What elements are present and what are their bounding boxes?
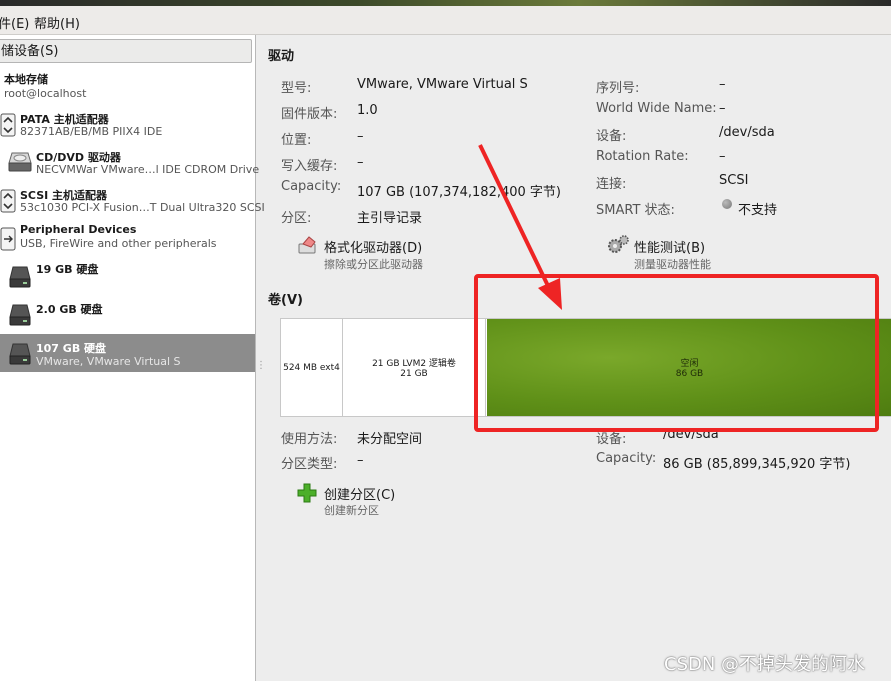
volume-segment-size: 21 GB bbox=[400, 369, 428, 379]
create-partition-label: 创建分区(C) bbox=[324, 488, 396, 503]
drive-section-title: 驱动 bbox=[268, 49, 295, 64]
drive-partitioning-label: 分区: bbox=[281, 211, 312, 226]
controller-icon bbox=[0, 189, 16, 213]
sidebar-item-subtitle: USB, FireWire and other peripherals bbox=[20, 237, 217, 250]
drive-device-value: /dev/sda bbox=[719, 125, 775, 140]
drive-rotation-value: – bbox=[719, 149, 726, 164]
optical-drive-icon bbox=[8, 152, 32, 172]
drive-model-value: VMware, VMware Virtual S bbox=[357, 77, 528, 92]
drive-model-label: 型号: bbox=[281, 81, 312, 96]
sidebar-item-title: 19 GB 硬盘 bbox=[36, 263, 99, 276]
volume-usage-value: 未分配空间 bbox=[357, 432, 423, 447]
watermark-text: CSDN @不掉头发的阿水 bbox=[664, 654, 866, 675]
sidebar-item-disk-107gb[interactable]: 107 GB 硬盘 VMware, VMware Virtual S bbox=[0, 334, 255, 372]
sidebar-item-subtitle: root@localhost bbox=[4, 87, 87, 100]
sidebar-item-subtitle: 53c1030 PCI-X Fusion…T Dual Ultra320 SCS… bbox=[20, 201, 265, 214]
drive-location-label: 位置: bbox=[281, 133, 312, 148]
annotation-highlight-box bbox=[474, 274, 879, 432]
benchmark-subtitle: 测量驱动器性能 bbox=[634, 258, 711, 271]
volumes-section-title: 卷(V) bbox=[268, 293, 303, 308]
menu-help[interactable]: 帮助(H) bbox=[34, 13, 80, 32]
drive-serial-label: 序列号: bbox=[596, 81, 640, 96]
create-partition-button[interactable]: 创建分区(C) 创建新分区 bbox=[294, 481, 434, 517]
sidebar-item-title: 2.0 GB 硬盘 bbox=[36, 303, 103, 316]
drive-connection-label: 连接: bbox=[596, 177, 627, 192]
drive-smart-label: SMART 状态: bbox=[596, 203, 675, 218]
device-sidebar: 储设备(S) 本地存储 root@localhost PATA 主机适配器 82… bbox=[0, 35, 265, 681]
drive-location-value: – bbox=[357, 129, 364, 144]
sidebar-item-subtitle: 82371AB/EB/MB PIIX4 IDE bbox=[20, 125, 163, 138]
drive-firmware-value: 1.0 bbox=[357, 103, 378, 118]
sidebar-item-cd-dvd[interactable]: CD/DVD 驱动器 NECVMWar VMware…l IDE CDROM D… bbox=[0, 145, 259, 179]
sidebar-item-peripheral-devices[interactable]: Peripheral Devices USB, FireWire and oth… bbox=[0, 221, 255, 255]
sidebar-item-title: 107 GB 硬盘 bbox=[36, 342, 107, 355]
volume-partition-type-value: – bbox=[357, 453, 364, 468]
sidebar-item-title: 本地存储 bbox=[4, 73, 48, 86]
volume-segment-ext4[interactable]: 524 MB ext4 bbox=[281, 319, 343, 416]
volume-segment-label: 524 MB ext4 bbox=[283, 362, 340, 373]
drive-connection-value: SCSI bbox=[719, 173, 749, 188]
sidebar-item-title: Peripheral Devices bbox=[20, 223, 137, 236]
create-partition-subtitle: 创建新分区 bbox=[324, 504, 379, 517]
hard-disk-icon bbox=[9, 266, 31, 288]
drive-write-cache-label: 写入缓存: bbox=[281, 159, 338, 174]
drive-wwn-label: World Wide Name: bbox=[596, 101, 717, 116]
drive-rotation-label: Rotation Rate: bbox=[596, 149, 689, 164]
sidebar-item-subtitle: NECVMWar VMware…l IDE CDROM Drive bbox=[36, 163, 260, 176]
drive-smart-value: 不支持 bbox=[738, 203, 778, 218]
drive-wwn-value: – bbox=[719, 101, 726, 116]
menu-file[interactable]: 件(E) bbox=[0, 13, 29, 32]
sidebar-item-disk-2gb[interactable]: 2.0 GB 硬盘 bbox=[0, 297, 255, 335]
controller-icon bbox=[0, 113, 16, 137]
hard-disk-icon bbox=[9, 343, 31, 365]
benchmark-label: 性能测试(B) bbox=[634, 241, 706, 256]
sidebar-item-subtitle: VMware, VMware Virtual S bbox=[36, 355, 181, 368]
menu-bar: 件(E) 帮助(H) bbox=[0, 6, 891, 35]
sidebar-item-pata-controller[interactable]: PATA 主机适配器 82371AB/EB/MB PIIX4 IDE bbox=[0, 107, 255, 141]
benchmark-button[interactable]: 性能测试(B) 测量驱动器性能 bbox=[606, 234, 736, 271]
drive-device-label: 设备: bbox=[596, 129, 627, 144]
sidebar-item-disk-19gb[interactable]: 19 GB 硬盘 bbox=[0, 259, 255, 295]
sidebar-item-local-storage[interactable]: 本地存储 root@localhost bbox=[0, 67, 255, 101]
drive-serial-value: – bbox=[719, 77, 726, 92]
plus-icon bbox=[297, 483, 317, 503]
volume-usage-label: 使用方法: bbox=[281, 432, 338, 447]
volume-segment-label: 21 GB LVM2 逻辑卷 bbox=[372, 359, 456, 369]
storage-devices-header[interactable]: 储设备(S) bbox=[0, 39, 252, 63]
hard-disk-icon bbox=[9, 304, 31, 326]
drive-partitioning-value: 主引导记录 bbox=[357, 211, 423, 226]
volume-segment-lvm2[interactable]: 21 GB LVM2 逻辑卷 21 GB bbox=[343, 319, 486, 416]
usb-icon bbox=[0, 227, 16, 251]
drive-write-cache-value: – bbox=[357, 155, 364, 170]
volume-partition-type-label: 分区类型: bbox=[281, 457, 338, 472]
drive-capacity-label: Capacity: bbox=[281, 179, 342, 194]
format-drive-button[interactable]: 格式化驱动器(D) 擦除或分区此驱动器 bbox=[294, 234, 464, 271]
volume-capacity-label: Capacity: bbox=[596, 451, 657, 466]
format-drive-subtitle: 擦除或分区此驱动器 bbox=[324, 258, 423, 271]
smart-status-dot-icon bbox=[722, 199, 732, 209]
gears-icon bbox=[608, 235, 629, 253]
sidebar-item-scsi-controller[interactable]: SCSI 主机适配器 53c1030 PCI-X Fusion…T Dual U… bbox=[0, 183, 265, 217]
eraser-icon bbox=[298, 236, 316, 254]
drive-firmware-label: 固件版本: bbox=[281, 107, 338, 122]
format-drive-label: 格式化驱动器(D) bbox=[324, 241, 423, 256]
pane-splitter-handle[interactable]: ⋮ bbox=[256, 360, 266, 371]
volume-capacity-value: 86 GB (85,899,345,920 字节) bbox=[663, 457, 851, 472]
